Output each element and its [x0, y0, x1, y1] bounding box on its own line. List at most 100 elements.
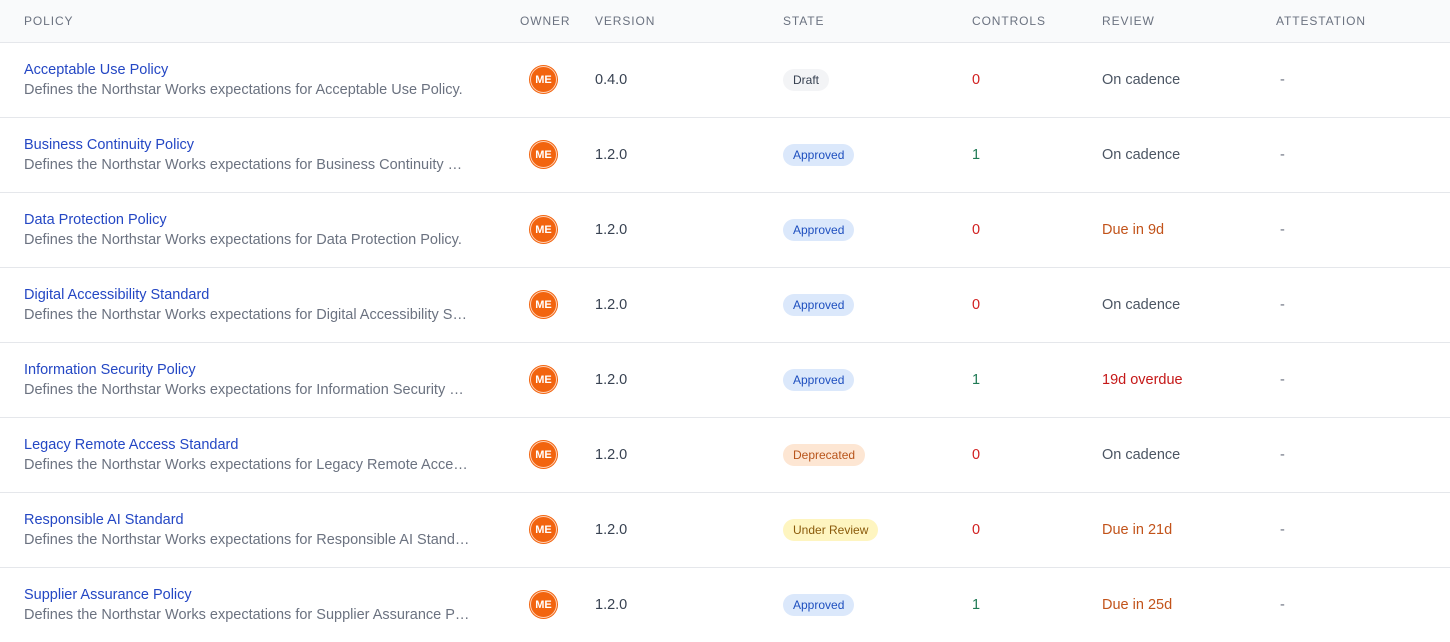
policy-name-link[interactable]: Digital Accessibility Standard	[24, 285, 496, 305]
controls-cell: 0	[972, 267, 1102, 343]
table-row[interactable]: Supplier Assurance Policy Defines the No…	[0, 567, 1450, 642]
review-cell: On cadence	[1102, 267, 1276, 343]
version-value: 1.2.0	[595, 596, 628, 613]
owner-cell: ME	[496, 117, 595, 193]
header-row: POLICY OWNER VERSION STATE CONTROLS REVI…	[0, 0, 1450, 43]
column-header-controls[interactable]: CONTROLS	[972, 0, 1102, 43]
review-cell: On cadence	[1102, 417, 1276, 493]
column-header-version[interactable]: VERSION	[595, 0, 783, 43]
version-cell: 1.2.0	[595, 417, 783, 493]
owner-avatar[interactable]: ME	[530, 441, 557, 468]
table-row[interactable]: Data Protection Policy Defines the North…	[0, 192, 1450, 268]
attestation-value: -	[1280, 521, 1285, 538]
table-row[interactable]: Legacy Remote Access Standard Defines th…	[0, 417, 1450, 493]
policy-cell: Supplier Assurance Policy Defines the No…	[0, 567, 496, 642]
owner-cell: ME	[496, 492, 595, 568]
owner-cell: ME	[496, 417, 595, 493]
review-status: Due in 9d	[1102, 221, 1165, 238]
column-header-owner[interactable]: OWNER	[496, 0, 595, 43]
attestation-cell: -	[1276, 117, 1450, 193]
policy-description: Defines the Northstar Works expectations…	[24, 231, 462, 248]
version-value: 1.2.0	[595, 146, 628, 163]
policy-name-link[interactable]: Legacy Remote Access Standard	[24, 435, 496, 455]
attestation-value: -	[1280, 296, 1285, 313]
attestation-value: -	[1280, 446, 1285, 463]
state-badge: Approved	[783, 143, 855, 166]
policy-description: Defines the Northstar Works expectations…	[24, 456, 470, 473]
version-cell: 1.2.0	[595, 192, 783, 268]
state-cell: Approved	[783, 267, 972, 343]
attestation-cell: -	[1276, 267, 1450, 343]
version-value: 1.2.0	[595, 521, 628, 538]
review-status: On cadence	[1102, 146, 1181, 163]
review-status: 19d overdue	[1102, 371, 1183, 388]
table-row[interactable]: Responsible AI Standard Defines the Nort…	[0, 492, 1450, 568]
attestation-cell: -	[1276, 417, 1450, 493]
review-status: Due in 21d	[1102, 521, 1173, 538]
controls-count: 0	[972, 71, 981, 88]
controls-count: 1	[972, 596, 981, 613]
controls-count: 0	[972, 221, 981, 238]
owner-avatar[interactable]: ME	[530, 141, 557, 168]
controls-cell: 0	[972, 492, 1102, 568]
state-cell: Approved	[783, 192, 972, 268]
policy-description: Defines the Northstar Works expectations…	[24, 306, 470, 323]
table-row[interactable]: Acceptable Use Policy Defines the Norths…	[0, 42, 1450, 118]
review-cell: Due in 21d	[1102, 492, 1276, 568]
column-header-policy[interactable]: POLICY	[0, 0, 496, 43]
state-badge: Draft	[783, 68, 830, 91]
attestation-cell: -	[1276, 42, 1450, 118]
review-cell: On cadence	[1102, 117, 1276, 193]
owner-avatar[interactable]: ME	[530, 66, 557, 93]
table-body: Acceptable Use Policy Defines the Norths…	[0, 42, 1450, 642]
policy-name-link[interactable]: Business Continuity Policy	[24, 135, 496, 155]
state-badge: Approved	[783, 368, 855, 391]
policy-name-link[interactable]: Responsible AI Standard	[24, 510, 496, 530]
controls-count: 1	[972, 371, 981, 388]
policy-description: Defines the Northstar Works expectations…	[24, 531, 470, 548]
policy-name-link[interactable]: Supplier Assurance Policy	[24, 585, 496, 605]
owner-avatar[interactable]: ME	[530, 366, 557, 393]
owner-cell: ME	[496, 192, 595, 268]
owner-cell: ME	[496, 342, 595, 418]
attestation-value: -	[1280, 221, 1285, 238]
controls-cell: 1	[972, 117, 1102, 193]
policy-description: Defines the Northstar Works expectations…	[24, 606, 470, 623]
owner-avatar[interactable]: ME	[530, 591, 557, 619]
policy-cell: Business Continuity Policy Defines the N…	[0, 117, 496, 193]
controls-count: 0	[972, 521, 981, 538]
owner-avatar[interactable]: ME	[530, 516, 557, 543]
controls-cell: 0	[972, 417, 1102, 493]
version-cell: 1.2.0	[595, 567, 783, 642]
state-badge: Approved	[783, 218, 855, 241]
table-row[interactable]: Information Security Policy Defines the …	[0, 342, 1450, 418]
column-header-review[interactable]: REVIEW	[1102, 0, 1276, 43]
state-cell: Approved	[783, 117, 972, 193]
policy-cell: Digital Accessibility Standard Defines t…	[0, 267, 496, 343]
review-status: On cadence	[1102, 446, 1181, 463]
table-row[interactable]: Digital Accessibility Standard Defines t…	[0, 267, 1450, 343]
owner-cell: ME	[496, 267, 595, 343]
policy-description: Defines the Northstar Works expectations…	[24, 81, 463, 98]
owner-avatar[interactable]: ME	[530, 216, 557, 243]
version-value: 1.2.0	[595, 296, 628, 313]
attestation-value: -	[1280, 146, 1285, 163]
policy-name-link[interactable]: Acceptable Use Policy	[24, 60, 496, 80]
policy-name-link[interactable]: Data Protection Policy	[24, 210, 496, 230]
attestation-value: -	[1280, 71, 1285, 88]
version-value: 1.2.0	[595, 446, 628, 463]
state-badge: Approved	[783, 593, 855, 616]
state-cell: Under Review	[783, 492, 972, 568]
controls-cell: 1	[972, 342, 1102, 418]
table-row[interactable]: Business Continuity Policy Defines the N…	[0, 117, 1450, 193]
owner-avatar[interactable]: ME	[530, 291, 557, 318]
version-value: 1.2.0	[595, 221, 628, 238]
state-badge: Approved	[783, 293, 855, 316]
policy-cell: Responsible AI Standard Defines the Nort…	[0, 492, 496, 568]
state-badge: Under Review	[783, 518, 879, 541]
column-header-attestation[interactable]: ATTESTATION	[1276, 0, 1450, 43]
column-header-state[interactable]: STATE	[783, 0, 972, 43]
policy-name-link[interactable]: Information Security Policy	[24, 360, 496, 380]
attestation-cell: -	[1276, 342, 1450, 418]
attestation-cell: -	[1276, 567, 1450, 642]
